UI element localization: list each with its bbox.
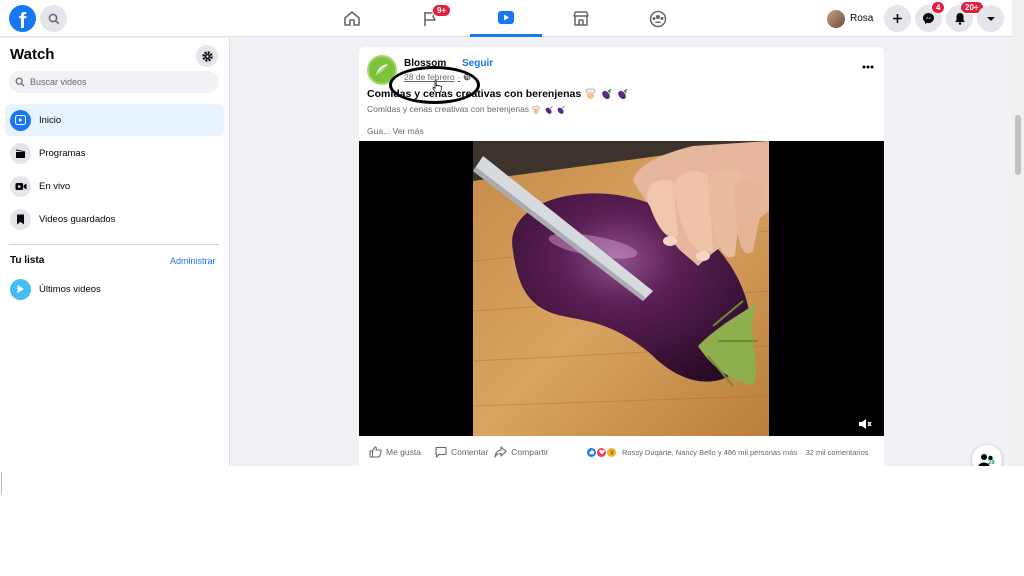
page-title: Watch [10,46,55,63]
watch-sidebar: Watch Inicio Programas En vivo [0,38,230,466]
like-button[interactable]: Me gusta [369,446,421,458]
settings-button[interactable] [196,45,218,67]
mute-button[interactable] [858,417,872,435]
facebook-logo[interactable]: f [9,5,36,33]
scrollbar-thumb[interactable] [1015,115,1021,175]
comment-button[interactable]: Comentar [435,446,488,458]
video-player[interactable] [359,141,884,436]
bell-icon [954,13,965,25]
post-description: Comidas y cenas creativas con berenjenas [367,104,566,115]
sidebar-item-programas[interactable]: Programas [5,137,224,169]
like-label: Me gusta [386,447,421,457]
vertical-scrollbar[interactable] [1012,0,1024,466]
video-still-image [473,141,769,436]
share-icon [494,446,507,458]
eggplant-emoji-icon [602,88,612,100]
create-button[interactable] [884,5,911,32]
comments-count[interactable]: 32 mil comentarios [806,448,869,457]
gear-icon [201,50,213,62]
sidebar-item-label: Inicio [39,114,62,126]
speaker-muted-icon [859,419,872,429]
reactions-text: Rossy Duqarte, Nancy Bello y 486 mil per… [622,447,798,457]
sidebar-item-inicio[interactable]: Inicio [5,104,224,136]
profile-name: Rosa [850,13,874,24]
video-frame [473,141,769,436]
chef-emoji-icon [532,105,541,114]
sidebar-item-videos-guardados[interactable]: Videos guardados [5,203,224,235]
thumbs-up-icon [369,446,382,458]
wow-reaction-icon [606,446,617,458]
post-actions: Me gusta Comentar Compartir Rossy Duqart… [359,442,884,462]
search-videos[interactable] [9,71,219,93]
sidebar-item-label: Videos guardados [39,213,116,225]
tab-home[interactable] [316,0,388,37]
eggplant-emoji-icon [557,105,565,114]
comment-icon [435,446,447,458]
sidebar-item-label: En vivo [39,180,71,192]
play-icon [10,278,31,300]
tab-pages[interactable]: 9+ [394,0,466,37]
clapperboard-icon [10,142,31,164]
contacts-button[interactable]: 28 [972,445,1002,466]
eggplant-emoji-icon [545,105,553,114]
messenger-icon [923,13,934,24]
watch-video-icon [498,10,514,24]
chef-emoji-icon [585,88,596,100]
facebook-watch-app: f 9+ Rosa 4 20+ Watch Buscar videos Inic… [0,0,1024,466]
share-button[interactable]: Compartir [494,446,549,458]
contacts-count: 28 [988,460,995,466]
live-camera-icon [10,175,31,197]
edge-marker [1,472,6,494]
see-more: Gua... Ver más [367,126,424,136]
account-menu-button[interactable] [977,5,1004,32]
truncated-text: Gua... [367,126,391,136]
tab-marketplace[interactable] [545,0,617,37]
top-navigation-bar: f 9+ Rosa 4 20+ [0,0,1012,37]
video-post: Blossom Seguir 28 de febrero · Comidas y… [359,47,884,466]
list-title: Tu lista [10,255,45,266]
search-icon [15,77,25,87]
comment-label: Comentar [450,447,489,457]
profile-button[interactable]: Rosa [827,6,873,31]
chevron-down-icon [986,16,995,21]
messenger-badge: 4 [931,1,946,14]
share-label: Compartir [511,447,549,457]
home-icon [344,11,360,26]
play-icon [10,109,31,131]
search-icon [48,13,59,24]
divider [9,244,219,245]
see-more-link[interactable]: Ver más [393,126,424,136]
post-options-button[interactable] [862,57,874,72]
more-dots-icon [862,65,874,69]
sidebar-item-label: Programas [39,147,86,159]
eggplant-emoji-icon [618,88,628,100]
marketplace-store-icon [573,11,589,26]
sidebar-item-label: Últimos videos [39,283,101,295]
reactions-summary[interactable]: Rossy Duqarte, Nancy Bello y 486 mil per… [586,442,869,462]
pages-badge: 9+ [432,4,452,17]
hand-pointer-cursor [432,80,442,98]
sidebar-item-ultimos-videos[interactable]: Últimos videos [5,273,224,305]
messenger-button[interactable]: 4 [915,1,946,32]
avatar [827,9,845,28]
groups-icon [649,10,667,27]
search-input[interactable] [30,77,210,87]
search-button[interactable] [40,5,67,32]
plus-icon [893,14,902,23]
follow-button[interactable]: Seguir [462,58,493,69]
bookmark-icon [10,208,31,230]
manage-list-link[interactable]: Administrar [170,256,216,266]
post-description-text: Comidas y cenas creativas con berenjenas [367,104,530,114]
hand-cursor-icon [432,80,442,93]
tab-watch[interactable] [470,0,542,37]
sidebar-item-en-vivo[interactable]: En vivo [5,170,224,202]
tab-groups[interactable] [622,0,694,37]
notifications-button[interactable]: 20+ [946,1,984,32]
